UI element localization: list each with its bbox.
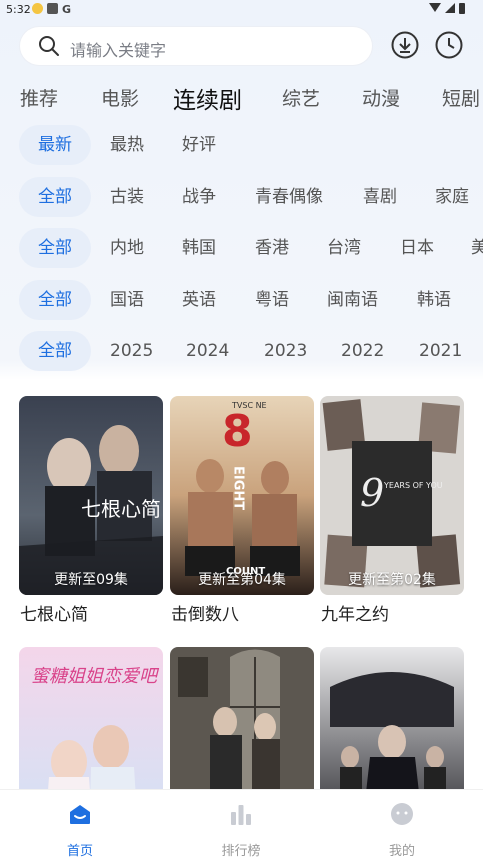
show-poster[interactable]: 七根心简 更新至09集 — [19, 396, 163, 595]
show-poster[interactable]: TVSC NE 8 EIGHT COUNT 更新至第04集 — [170, 396, 314, 595]
filter-chip[interactable]: 最新 — [19, 125, 91, 165]
history-clock-icon[interactable] — [434, 30, 464, 60]
poster-image: TVSC NE 8 EIGHT COUNT — [170, 396, 314, 595]
tab-tv-series[interactable]: 连续剧 — [173, 81, 242, 114]
filter-row-region: 全部 内地 韩国 香港 台湾 日本 美 — [0, 228, 483, 268]
shopping-bag-icon — [47, 3, 58, 14]
profile-face-icon — [391, 803, 413, 825]
poster-big-number: 9 — [360, 471, 384, 515]
tab-profile-label: 我的 — [388, 844, 415, 859]
filter-chip[interactable]: 闽南语 — [327, 280, 378, 320]
filter-chip[interactable]: 香港 — [255, 228, 289, 268]
filter-chip[interactable]: 2024 — [186, 331, 229, 371]
filter-chip[interactable]: 2025 — [110, 331, 153, 371]
filter-chip[interactable]: 英语 — [182, 280, 216, 320]
battery-icon — [459, 3, 465, 14]
filter-chip[interactable]: 韩国 — [182, 228, 216, 268]
bar-chart-icon — [231, 805, 251, 825]
tab-anime[interactable]: 动漫 — [362, 84, 400, 111]
filter-chip[interactable]: 全部 — [19, 177, 91, 217]
category-tabs: 推荐 电影 连续剧 综艺 动漫 短剧 — [0, 78, 483, 114]
show-title: 击倒数八 — [171, 605, 239, 625]
filter-chip[interactable]: 2021 — [419, 331, 462, 371]
tab-ranking[interactable]: 排行榜 — [181, 790, 301, 859]
filter-chip[interactable]: 内地 — [110, 228, 144, 268]
filter-chip[interactable]: 家庭 — [435, 177, 469, 217]
tab-recommend[interactable]: 推荐 — [20, 84, 58, 111]
filter-chip[interactable]: 战争 — [182, 177, 216, 217]
poster-script: YEARS OF YOU — [383, 481, 443, 490]
tab-home[interactable]: 首页 — [20, 790, 140, 859]
status-bar: 5:32 G — [0, 0, 483, 20]
wifi-icon — [429, 3, 441, 12]
home-icon — [70, 805, 90, 824]
poster-word: EIGHT — [231, 466, 246, 510]
filter-row-genre: 全部 古装 战争 青春偶像 喜剧 家庭 — [0, 177, 483, 217]
poster-title-text: 七根心简 — [81, 497, 161, 521]
tab-profile[interactable]: 我的 — [342, 790, 462, 859]
filter-chip[interactable]: 喜剧 — [363, 177, 397, 217]
filter-chip[interactable]: 2022 — [341, 331, 384, 371]
update-badge: 更新至第02集 — [348, 572, 436, 588]
notification-icons: G — [32, 3, 72, 16]
poster-big-number: 8 — [222, 406, 253, 457]
bottom-tab-bar: 首页 排行榜 我的 — [0, 789, 483, 860]
filter-chip[interactable]: 最热 — [110, 125, 144, 165]
poster-title-text: 蜜糖姐姐恋爱吧 — [31, 666, 160, 687]
signal-icon — [445, 3, 455, 13]
download-icon[interactable] — [390, 30, 420, 60]
filter-chip[interactable]: 全部 — [19, 228, 91, 268]
filter-chip[interactable]: 青春偶像 — [255, 177, 323, 217]
filter-chip[interactable]: 美 — [471, 228, 483, 268]
status-time: 5:32 — [6, 3, 31, 16]
filter-chip[interactable]: 台湾 — [327, 228, 361, 268]
system-icons — [429, 3, 465, 14]
filter-chip[interactable]: 国语 — [110, 280, 144, 320]
tab-variety[interactable]: 综艺 — [282, 84, 320, 111]
poster-image: 9 YEARS OF YOU — [320, 396, 464, 595]
filter-chip[interactable]: 韩语 — [417, 280, 451, 320]
update-badge: 更新至第04集 — [198, 572, 286, 588]
poster-image: 七根心简 — [19, 396, 163, 595]
filter-row-sort: 最新 最热 好评 — [0, 125, 483, 165]
tab-ranking-label: 排行榜 — [221, 844, 261, 859]
update-badge: 更新至09集 — [54, 572, 128, 588]
filter-row-language: 全部 国语 英语 粤语 闽南语 韩语 — [0, 280, 483, 320]
google-icon: G — [62, 3, 72, 16]
show-title: 七根心简 — [20, 605, 88, 625]
search-placeholder: 请输入关键字 — [70, 41, 167, 60]
app-notification-icon — [32, 3, 43, 14]
tab-home-label: 首页 — [66, 844, 93, 859]
filter-row-year: 全部 2025 2024 2023 2022 2021 — [0, 331, 483, 371]
filter-chip[interactable]: 2023 — [264, 331, 307, 371]
tab-movies[interactable]: 电影 — [101, 84, 139, 111]
filter-chip[interactable]: 好评 — [182, 125, 216, 165]
tab-short-drama[interactable]: 短剧 — [442, 84, 480, 111]
show-poster[interactable]: 9 YEARS OF YOU 更新至第02集 — [320, 396, 464, 595]
filter-chip[interactable]: 粤语 — [255, 280, 289, 320]
search-bar[interactable]: 请输入关键字 — [20, 27, 372, 65]
filter-chip[interactable]: 日本 — [400, 228, 434, 268]
filter-chip[interactable]: 古装 — [110, 177, 144, 217]
filter-chip[interactable]: 全部 — [19, 280, 91, 320]
filter-chip[interactable]: 全部 — [19, 331, 91, 371]
search-icon — [39, 36, 59, 56]
show-title: 九年之约 — [321, 605, 389, 625]
